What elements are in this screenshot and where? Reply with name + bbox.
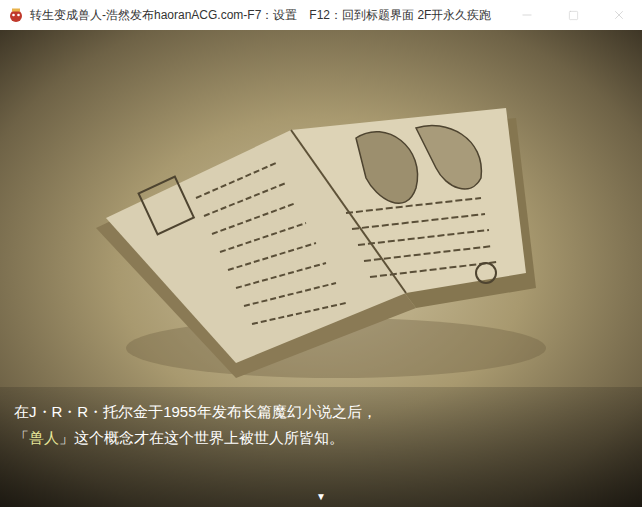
game-scene: 在J・R・R・托尔金于1955年发布长篇魔幻小说之后，「兽人」这个概念才在这个世…	[0, 30, 642, 507]
minimize-button[interactable]	[504, 0, 550, 30]
window-title: 转生变成兽人-浩然发布haoranACG.com-F7：设置 F12：回到标题界…	[30, 6, 504, 24]
maximize-button[interactable]	[550, 0, 596, 30]
maximize-icon	[568, 10, 579, 21]
book-illustration	[86, 78, 556, 388]
message-line: 在J・R・R・托尔金于1955年发布长篇魔幻小说之后，	[14, 399, 628, 425]
minimize-icon	[520, 8, 534, 22]
title-bar: 转生变成兽人-浩然发布haoranACG.com-F7：设置 F12：回到标题界…	[0, 0, 642, 30]
close-button[interactable]	[596, 0, 642, 30]
continue-indicator[interactable]: ▼	[0, 491, 642, 503]
game-icon	[8, 7, 24, 23]
game-window: 转生变成兽人-浩然发布haoranACG.com-F7：设置 F12：回到标题界…	[0, 0, 642, 507]
message-line: 「兽人」这个概念才在这个世界上被世人所皆知。	[14, 425, 628, 451]
close-icon	[612, 8, 626, 22]
message-window[interactable]: 在J・R・R・托尔金于1955年发布长篇魔幻小说之后，「兽人」这个概念才在这个世…	[0, 387, 642, 507]
